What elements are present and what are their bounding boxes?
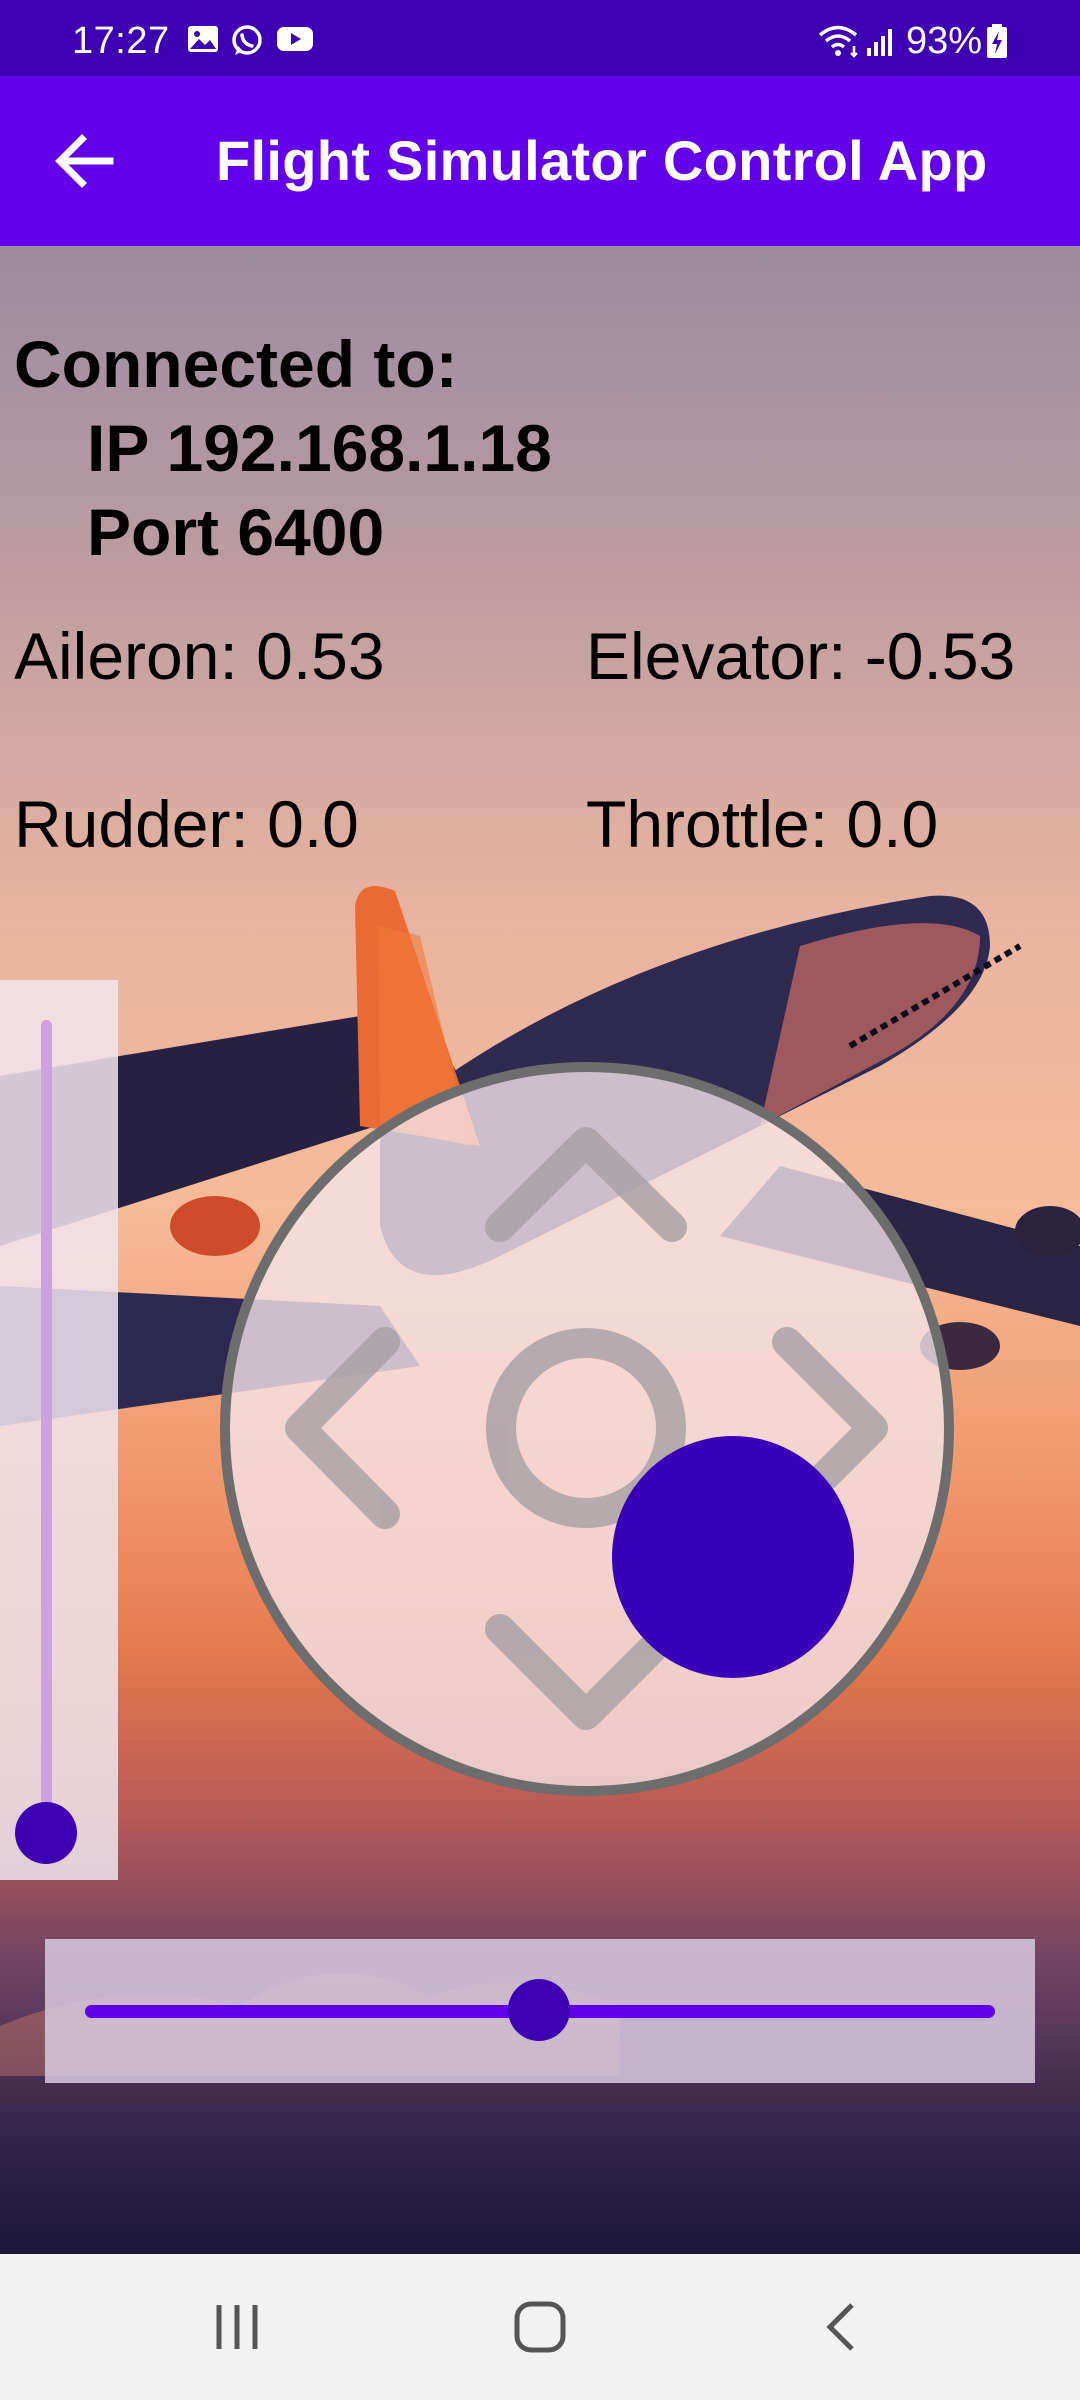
rudder-slider-thumb[interactable] (508, 1979, 570, 2041)
elevator-value: Elevator: -0.53 (586, 619, 1016, 693)
aileron-value: Aileron: 0.53 (14, 619, 385, 693)
joystick-knob[interactable] (612, 1436, 854, 1678)
gallery-icon (188, 26, 218, 52)
rudder-slider[interactable] (45, 1939, 1035, 2083)
connection-port: Port 6400 (87, 495, 385, 569)
recent-apps-icon[interactable] (207, 2297, 267, 2357)
connection-ip: IP 192.168.1.18 (87, 411, 552, 485)
arrow-back-icon[interactable] (50, 126, 120, 196)
rudder-value: Rudder: 0.0 (14, 787, 359, 861)
arrow-left-icon (285, 1327, 400, 1529)
joystick-arrows (285, 1127, 888, 1730)
throttle-slider-thumb[interactable] (15, 1802, 77, 1864)
youtube-icon (277, 27, 313, 51)
home-icon[interactable] (510, 2297, 570, 2357)
battery-charging-icon (987, 24, 1007, 58)
battery-percent: 93% (906, 20, 983, 62)
wifi-icon (818, 25, 858, 58)
throttle-value: Throttle: 0.0 (586, 787, 939, 861)
throttle-slider-track[interactable] (41, 1020, 52, 1810)
back-nav-icon[interactable] (812, 2297, 872, 2357)
app-bar: Flight Simulator Control App (0, 76, 1080, 246)
system-nav-bar (0, 2254, 1080, 2400)
app-title: Flight Simulator Control App (216, 129, 988, 192)
whatsapp-icon (232, 25, 262, 55)
throttle-slider[interactable] (0, 980, 118, 1880)
status-bar: 17:27 93% (0, 0, 1080, 76)
cell-signal-icon (867, 29, 892, 56)
status-time: 17:27 (72, 20, 170, 62)
connection-heading: Connected to: (14, 327, 458, 401)
arrow-up-icon (485, 1127, 687, 1242)
joystick-pad[interactable] (220, 1062, 954, 1796)
